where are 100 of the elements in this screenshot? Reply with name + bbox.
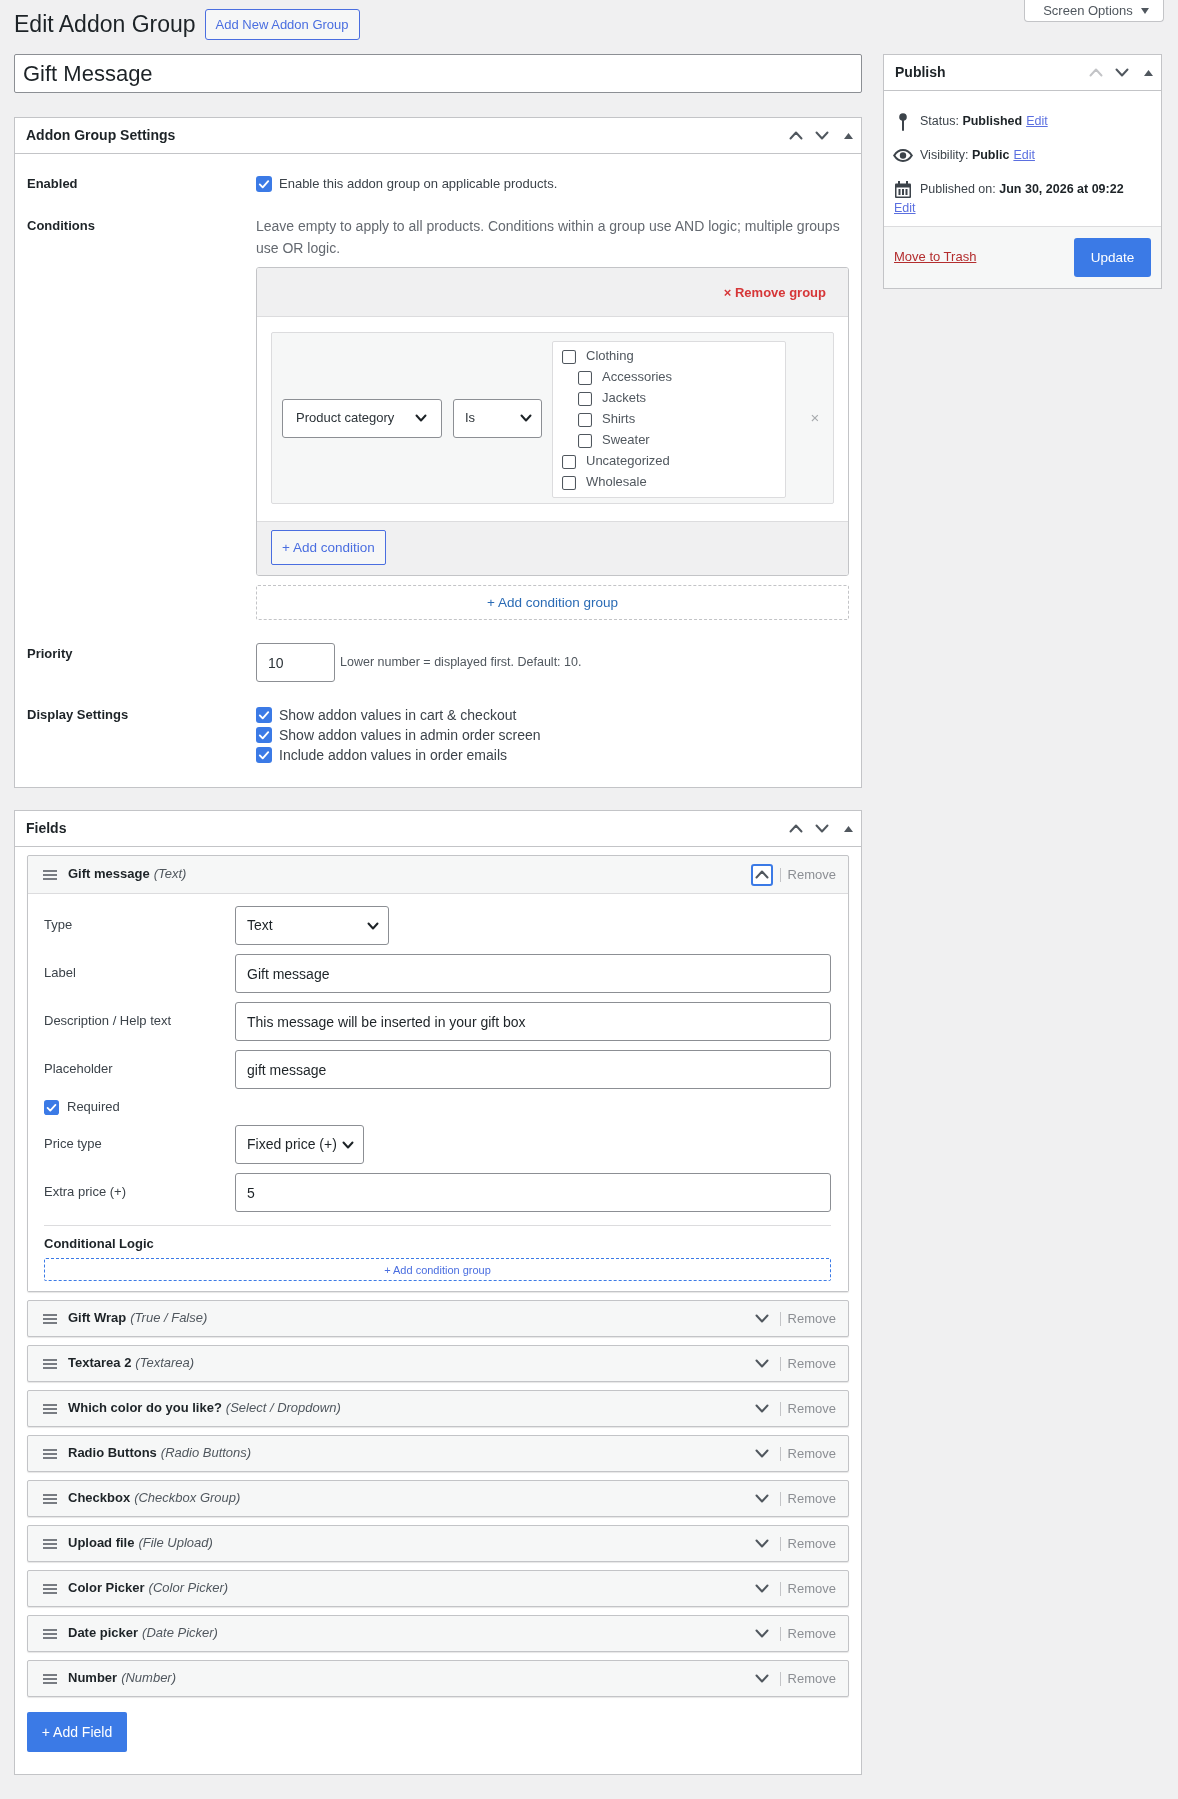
chevron-up-icon[interactable] bbox=[789, 824, 803, 833]
checkbox[interactable] bbox=[578, 391, 592, 406]
drag-handle-icon[interactable] bbox=[43, 1493, 57, 1504]
field-name: Number bbox=[68, 1669, 118, 1688]
setting-input[interactable]: This message will be inserted in your gift box bbox=[235, 1002, 831, 1041]
category-label: Jackets bbox=[602, 389, 647, 408]
setting-input[interactable]: gift message bbox=[235, 1050, 831, 1089]
chevron-down-icon bbox=[754, 1674, 769, 1683]
drag-handle-icon[interactable] bbox=[43, 1673, 57, 1684]
page-title: Edit Addon Group bbox=[14, 10, 196, 39]
rule-operator-select[interactable]: Is bbox=[453, 398, 542, 438]
triangle-up-icon[interactable] bbox=[844, 825, 853, 832]
remove-button[interactable]: Remove bbox=[787, 1626, 836, 1641]
chevron-down-icon[interactable] bbox=[815, 131, 829, 140]
help-text: Lower number = displayed first. Default: 10. bbox=[340, 653, 582, 671]
remove-button[interactable]: Remove bbox=[787, 1446, 836, 1461]
panel-title: Fields bbox=[26, 818, 67, 838]
chevron-up-icon[interactable] bbox=[789, 131, 803, 140]
setting-label: Display Settings bbox=[27, 706, 130, 724]
category-label: Wholesale bbox=[586, 473, 647, 492]
move-to-trash-link[interactable]: Move to Trash bbox=[894, 248, 977, 267]
category-label: Clothing bbox=[586, 347, 634, 366]
field-type: (Text) bbox=[153, 865, 187, 884]
update-button[interactable]: Update bbox=[1074, 238, 1151, 277]
checkbox[interactable] bbox=[578, 370, 592, 385]
field-name: Gift message bbox=[68, 865, 150, 884]
remove-button[interactable]: Remove bbox=[787, 1671, 836, 1686]
remove-button[interactable]: Remove bbox=[787, 1581, 836, 1596]
checkbox[interactable] bbox=[562, 475, 576, 490]
setting-select[interactable]: Text bbox=[235, 906, 389, 945]
triangle-up-icon[interactable] bbox=[1144, 69, 1153, 76]
drag-handle-icon[interactable] bbox=[43, 1313, 57, 1324]
field-type: (Textarea) bbox=[135, 1354, 195, 1373]
rule-field-select[interactable]: Product category bbox=[282, 398, 442, 438]
setting-select[interactable]: Fixed price (+) bbox=[235, 1125, 364, 1164]
screen-options-button[interactable]: Screen Options bbox=[1024, 0, 1164, 22]
chevron-down-icon[interactable] bbox=[815, 824, 829, 833]
edit-link[interactable]: Edit bbox=[1013, 146, 1035, 165]
setting-label: Extra price (+) bbox=[44, 1183, 127, 1202]
title-input[interactable]: Gift Message bbox=[14, 54, 862, 93]
chevron-down-icon[interactable] bbox=[1115, 68, 1129, 77]
checkbox[interactable] bbox=[578, 433, 592, 448]
remove-button[interactable]: Remove bbox=[787, 1401, 836, 1416]
pin-icon bbox=[899, 112, 907, 131]
field-type: (Radio Buttons) bbox=[160, 1444, 252, 1463]
remove-button[interactable]: Remove bbox=[787, 1491, 836, 1506]
checkbox[interactable] bbox=[256, 707, 272, 723]
panel-title: Publish bbox=[895, 62, 946, 82]
chevron-down-icon bbox=[754, 1314, 769, 1323]
setting-label: Conditions bbox=[27, 217, 96, 235]
checkbox[interactable] bbox=[256, 747, 272, 763]
triangle-down-icon bbox=[1140, 7, 1149, 14]
add-new-button[interactable]: Add New Addon Group bbox=[204, 9, 360, 40]
field-name: Color Picker bbox=[68, 1579, 145, 1598]
checkbox[interactable] bbox=[256, 176, 272, 192]
edit-link[interactable]: Edit bbox=[894, 199, 916, 218]
setting-input[interactable]: Gift message bbox=[235, 954, 831, 993]
checkbox[interactable] bbox=[578, 412, 592, 427]
add-condition-button[interactable]: + Add condition bbox=[271, 530, 386, 565]
remove-button[interactable]: Remove bbox=[787, 1356, 836, 1371]
panel-title: Addon Group Settings bbox=[26, 125, 176, 145]
checkbox-label: Include addon values in order emails bbox=[279, 746, 508, 765]
category-label: Sweater bbox=[602, 431, 650, 450]
drag-handle-icon[interactable] bbox=[43, 1583, 57, 1594]
eye-icon bbox=[893, 149, 913, 162]
triangle-up-icon[interactable] bbox=[844, 132, 853, 139]
drag-handle-icon[interactable] bbox=[43, 1628, 57, 1639]
add-field-button[interactable]: + Add Field bbox=[27, 1712, 127, 1752]
checkbox-label: Required bbox=[67, 1097, 120, 1116]
field-name: Upload file bbox=[68, 1534, 135, 1553]
edit-link[interactable]: Edit bbox=[1026, 112, 1048, 131]
remove-button[interactable]: Remove bbox=[787, 867, 836, 882]
add-condition-group-button[interactable]: + Add condition group bbox=[44, 1258, 831, 1281]
field-type: (File Upload) bbox=[138, 1534, 213, 1553]
drag-handle-icon[interactable] bbox=[43, 1538, 57, 1549]
chevron-down-icon bbox=[754, 1359, 769, 1368]
checkbox[interactable] bbox=[256, 727, 272, 743]
toggle-button[interactable] bbox=[750, 863, 773, 886]
remove-group-button[interactable]: × Remove group bbox=[723, 284, 826, 300]
field-type: (Date Picker) bbox=[142, 1624, 218, 1643]
priority-input[interactable]: 10 bbox=[256, 643, 335, 682]
field-name: Radio Buttons bbox=[68, 1444, 157, 1463]
remove-rule-button[interactable]: × bbox=[808, 410, 822, 426]
field-type: (True / False) bbox=[130, 1309, 208, 1328]
setting-input[interactable]: 5 bbox=[235, 1173, 831, 1212]
chevron-down-icon bbox=[754, 1584, 769, 1593]
remove-button[interactable]: Remove bbox=[787, 1311, 836, 1326]
field-name: Checkbox bbox=[68, 1489, 131, 1508]
remove-button[interactable]: Remove bbox=[787, 1536, 836, 1551]
checkbox[interactable] bbox=[562, 454, 576, 469]
setting-label: Price type bbox=[44, 1135, 103, 1154]
checkbox[interactable] bbox=[44, 1099, 59, 1115]
field-type: (Color Picker) bbox=[148, 1579, 229, 1598]
field-type: (Select / Dropdown) bbox=[225, 1399, 341, 1418]
drag-handle-icon[interactable] bbox=[43, 1358, 57, 1369]
drag-handle-icon[interactable] bbox=[43, 1448, 57, 1459]
drag-handle-icon[interactable] bbox=[43, 1403, 57, 1414]
checkbox[interactable] bbox=[562, 349, 576, 364]
add-condition-group-button[interactable]: + Add condition group bbox=[256, 585, 849, 620]
drag-handle-icon[interactable] bbox=[43, 869, 57, 880]
